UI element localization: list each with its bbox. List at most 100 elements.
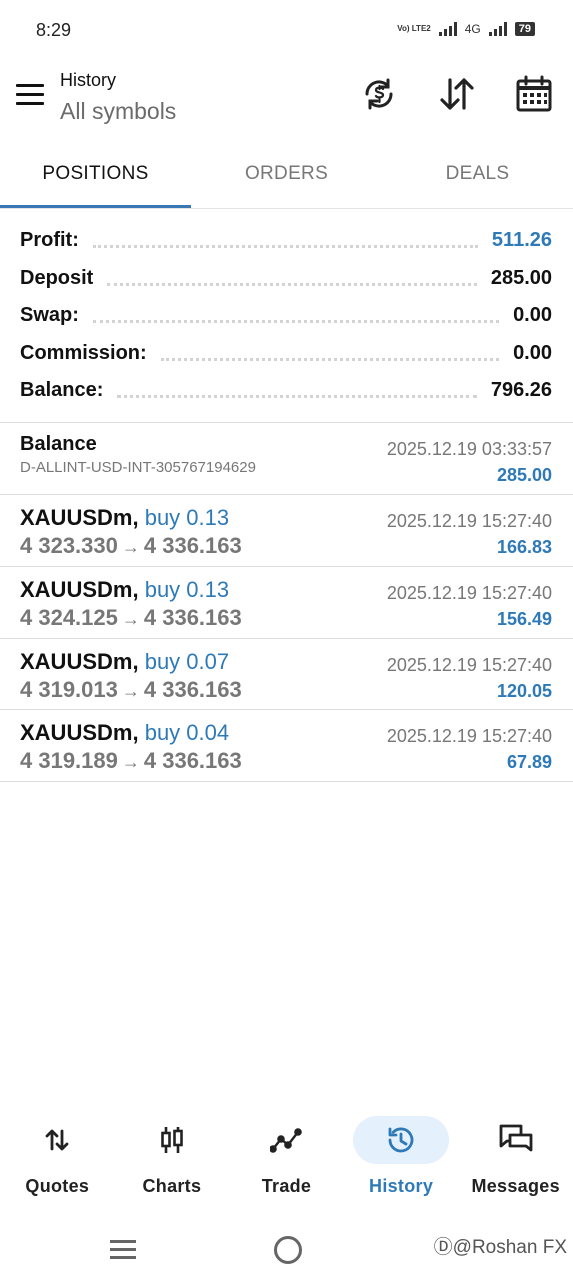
nav-quotes[interactable]: Quotes (0, 1108, 115, 1198)
arrow-right-icon: → (121, 537, 140, 557)
swap-label: Swap: (20, 304, 79, 327)
commission-value: 0.00 (513, 341, 552, 364)
status-time: 8:29 (36, 20, 72, 40)
list-item-balance[interactable]: Balance D-ALLINT-USD-INT-305767194629 20… (0, 423, 573, 495)
nav-trade-label: Trade (261, 1176, 312, 1196)
messages-icon (488, 1116, 544, 1164)
deal-title: XAUUSDm, buy 0.13 (20, 577, 229, 603)
deal-prices: 4 323.330 → 4 336.163 (20, 533, 242, 559)
nav-history-label: History (369, 1176, 434, 1196)
commission-label: Commission: (20, 341, 147, 364)
balance-entry-title: Balance (20, 433, 97, 455)
sort-icon[interactable] (437, 74, 477, 118)
list-item-deal[interactable]: XAUUSDm, buy 0.07 4 319.013 → 4 336.163 20… (0, 639, 573, 711)
recents-icon[interactable] (110, 1240, 136, 1260)
nav-trade[interactable]: Trade (229, 1108, 344, 1198)
system-navigation: Ⓓ@Roshan FX (0, 1218, 573, 1280)
deal-side: buy 0.04 (144, 720, 230, 745)
deal-symbol: XAUUSDm, (20, 720, 139, 745)
profit-value: 511.26 (491, 229, 552, 252)
summary-commission-row: Commission: 0.00 (20, 335, 552, 373)
deposit-value: 285.00 (490, 266, 552, 289)
profit-label: Profit: (20, 229, 79, 252)
summary-deposit-row: Deposit 285.00 (20, 260, 552, 298)
deal-prices: 4 319.189 → 4 336.163 (20, 748, 242, 774)
deal-symbol: XAUUSDm, (20, 577, 139, 602)
arrow-right-icon: → (121, 609, 140, 629)
balance-entry-amount: 285.00 (496, 465, 552, 485)
deposit-label: Deposit (20, 266, 94, 289)
deal-title: XAUUSDm, buy 0.13 (20, 505, 229, 531)
deal-close-price: 4 336.163 (143, 533, 242, 558)
status-bar: 8:29 Vo) LTE2 4G 79 (0, 0, 573, 62)
home-icon[interactable] (274, 1236, 302, 1264)
dotted-leader (160, 357, 500, 361)
menu-icon[interactable] (16, 84, 44, 108)
trade-icon (258, 1116, 314, 1164)
arrow-right-icon: → (121, 752, 140, 772)
status-indicators: Vo) LTE2 4G 79 (397, 22, 535, 36)
dotted-leader (92, 320, 500, 324)
deal-title: XAUUSDm, buy 0.04 (20, 720, 229, 746)
list-item-deal[interactable]: XAUUSDm, buy 0.13 4 323.330 → 4 336.163 20… (0, 495, 573, 567)
volte-indicator: Vo) LTE2 (397, 24, 431, 33)
quotes-icon (29, 1116, 85, 1164)
balance-label: Balance: (20, 379, 104, 402)
deal-profit: 120.05 (496, 681, 552, 701)
dotted-leader (107, 282, 477, 286)
deal-open-price: 4 324.125 (20, 605, 118, 630)
nav-messages[interactable]: Messages (458, 1108, 573, 1198)
deal-symbol: XAUUSDm, (20, 505, 139, 530)
deal-close-price: 4 336.163 (143, 677, 242, 702)
page-title: History (60, 70, 117, 90)
deal-close-price: 4 336.163 (143, 748, 242, 773)
tab-bar: POSITIONS ORDERS DEALS (0, 150, 573, 210)
deal-datetime: 2025.12.19 15:27:40 (386, 511, 552, 531)
summary-swap-row: Swap: 0.00 (20, 297, 552, 335)
deal-open-price: 4 319.013 (20, 677, 118, 702)
nav-quotes-label: Quotes (25, 1176, 90, 1196)
balance-entry-account: D-ALLINT-USD-INT-305767194629 (20, 459, 256, 476)
currency-exchange-icon[interactable] (359, 74, 399, 118)
tab-positions[interactable]: POSITIONS (0, 150, 191, 210)
summary-panel: Profit: 511.26 Deposit 285.00 Swap: 0.00… (20, 222, 552, 410)
summary-profit-row: Profit: 511.26 (20, 222, 552, 260)
signal-icon-2 (488, 22, 507, 36)
swap-value: 0.00 (513, 304, 552, 327)
list-item-deal[interactable]: XAUUSDm, buy 0.04 4 319.189 → 4 336.163 20… (0, 710, 573, 782)
network-type: 4G (464, 22, 481, 36)
dotted-leader (92, 245, 478, 249)
deal-side: buy 0.13 (144, 505, 230, 530)
nav-history[interactable]: History (344, 1108, 459, 1198)
deal-prices: 4 324.125 → 4 336.163 (20, 605, 242, 631)
deal-open-price: 4 323.330 (20, 533, 118, 558)
battery-icon: 79 (514, 22, 535, 36)
deal-datetime: 2025.12.19 15:27:40 (386, 726, 552, 746)
deal-side: buy 0.13 (144, 577, 230, 602)
deal-side: buy 0.07 (144, 649, 230, 674)
tab-deals[interactable]: DEALS (382, 150, 573, 210)
calendar-icon[interactable] (514, 74, 554, 118)
tab-orders[interactable]: ORDERS (191, 150, 382, 210)
deal-open-price: 4 319.189 (20, 748, 118, 773)
deal-profit: 67.89 (506, 752, 552, 772)
watermark: Ⓓ@Roshan FX (433, 1237, 567, 1258)
summary-balance-row: Balance: 796.26 (20, 372, 552, 410)
deal-profit: 156.49 (496, 609, 552, 629)
nav-messages-label: Messages (471, 1176, 560, 1196)
deal-datetime: 2025.12.19 15:27:40 (386, 655, 552, 675)
divider (0, 781, 573, 782)
nav-charts-label: Charts (142, 1176, 202, 1196)
balance-entry-datetime: 2025.12.19 03:33:57 (386, 439, 552, 459)
balance-value: 796.26 (490, 379, 552, 402)
nav-charts[interactable]: Charts (115, 1108, 230, 1198)
arrow-right-icon: → (121, 681, 140, 701)
deal-title: XAUUSDm, buy 0.07 (20, 649, 229, 675)
signal-icon (438, 22, 457, 36)
charts-icon (144, 1116, 200, 1164)
symbol-filter[interactable]: All symbols (60, 98, 176, 125)
deal-datetime: 2025.12.19 15:27:40 (386, 583, 552, 603)
app-bar: History All symbols (0, 62, 573, 150)
deal-prices: 4 319.013 → 4 336.163 (20, 677, 242, 703)
list-item-deal[interactable]: XAUUSDm, buy 0.13 4 324.125 → 4 336.163 20… (0, 567, 573, 639)
